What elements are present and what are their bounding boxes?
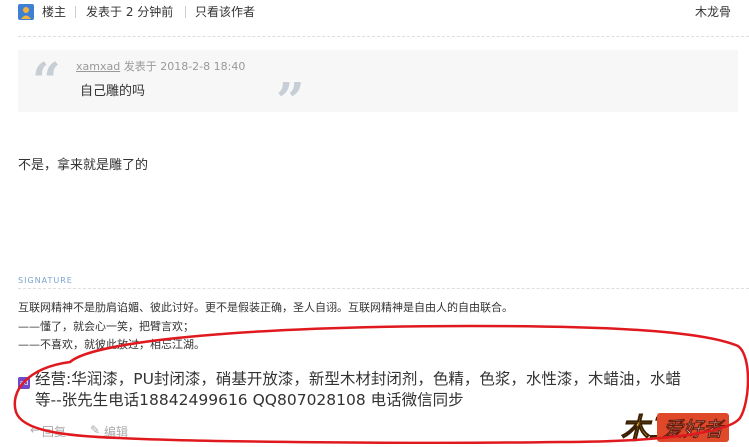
- reply-button[interactable]: 回复: [42, 423, 66, 440]
- quote-open-icon: “: [32, 51, 61, 110]
- username-link[interactable]: 木龙骨: [695, 0, 731, 24]
- quote-author-link[interactable]: xamxad: [76, 60, 120, 73]
- edit-button[interactable]: 编辑: [104, 423, 128, 440]
- signature-line: 互联网精神不是肋肩谄媚、彼此讨好。更不是假装正确，圣人自诩。互联网精神是自由人的…: [18, 301, 513, 314]
- only-author-link[interactable]: 只看该作者: [195, 0, 255, 24]
- header-divider: [18, 36, 749, 38]
- reply-text: 不是，拿来就是雕了的: [18, 158, 149, 173]
- signature-line: ——懂了，就会心一笑，把臂言欢；: [18, 320, 194, 333]
- signature-line: ——不喜欢，就彼此放过，相忘江湖。: [18, 338, 205, 351]
- reply-icon: ↩: [30, 423, 41, 437]
- edit-icon: ✎: [90, 423, 101, 437]
- ad-badge: ad: [18, 377, 30, 389]
- divider: [185, 6, 186, 18]
- floor-label: 楼主: [42, 5, 67, 19]
- signature-label: SIGNATURE: [18, 276, 73, 285]
- quote-text: 自己雕的吗: [80, 84, 146, 99]
- quote-posted: 发表于 2018-2-8 18:40: [123, 60, 246, 73]
- site-logo: 木工 爱好者: [617, 405, 745, 446]
- signature-divider: [18, 288, 749, 289]
- ad-text-line: 经营:华润漆，PU封闭漆，硝基开放漆，新型木材封闭剂，色精，色浆，水性漆，木蜡油…: [35, 370, 681, 388]
- quote-block: “ ” xamxad 发表于 2018-2-8 18:40 自己雕的吗: [18, 50, 738, 126]
- ad-text-line: 等--张先生电话18842499616 QQ807028108 电话微信同步: [35, 391, 464, 409]
- post-time: 发表于 2 分钟前: [86, 5, 174, 19]
- quote-close-icon: ”: [276, 71, 305, 130]
- user-icon: [18, 4, 34, 20]
- post-header: 楼主 发表于 2 分钟前 只看该作者 木龙骨: [0, 0, 749, 24]
- quote-meta: xamxad 发表于 2018-2-8 18:40: [76, 58, 245, 74]
- logo-part2: 爱好者: [657, 413, 729, 442]
- divider: [75, 6, 76, 18]
